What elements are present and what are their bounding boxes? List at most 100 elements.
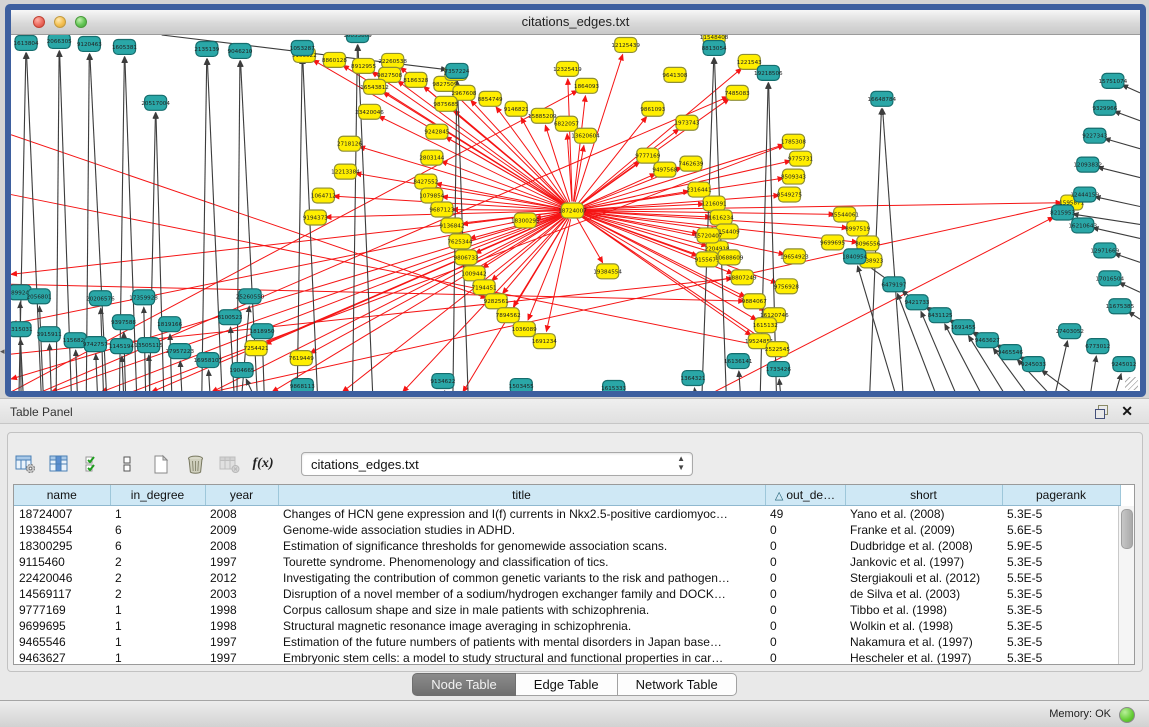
table-cell[interactable]: Jankovic et al. (1997) [845, 554, 1002, 570]
table-cell[interactable]: 0 [765, 618, 845, 634]
network-node[interactable]: 9146821 [504, 101, 529, 116]
network-node[interactable]: 8215953 [1050, 205, 1075, 220]
table-cell[interactable]: 5.3E-5 [1002, 506, 1120, 523]
network-node[interactable]: 8509343 [781, 169, 806, 184]
citation-edge-black[interactable] [779, 379, 780, 392]
citation-edge-black[interactable] [1116, 374, 1121, 392]
network-node[interactable]: 1864093 [574, 78, 599, 93]
network-node[interactable]: 1691234 [532, 334, 557, 349]
network-node[interactable]: 9046210 [228, 43, 253, 58]
network-node[interactable]: 11675385 [1106, 299, 1135, 314]
network-node[interactable]: 7619449 [289, 351, 314, 366]
network-node[interactable]: 9194373 [303, 210, 328, 225]
citation-edge-red[interactable] [581, 174, 656, 207]
node-table[interactable]: namein_degreeyeartitle△out_de…shortpager… [13, 484, 1135, 665]
close-panel-icon[interactable]: ✕ [1121, 403, 1133, 420]
network-node[interactable]: 23420046 [355, 104, 384, 119]
network-node[interactable]: 2718126 [337, 136, 362, 151]
table-row[interactable]: 1456911722003Disruption of a novel membe… [14, 586, 1120, 602]
table-cell[interactable]: 0 [765, 522, 845, 538]
column-header[interactable]: title [278, 485, 765, 506]
memory-status-indicator[interactable] [1119, 707, 1135, 723]
network-node[interactable]: 1064712 [311, 188, 336, 203]
table-cell[interactable]: 5.3E-5 [1002, 634, 1120, 650]
network-node[interactable]: 7894562 [496, 308, 521, 323]
network-node[interactable]: 15720407 [694, 228, 723, 243]
table-cell[interactable]: 9777169 [14, 602, 110, 618]
table-cell[interactable]: 5.5E-5 [1002, 570, 1120, 586]
citation-edge-black[interactable] [96, 354, 98, 392]
table-selector-combo[interactable]: citations_edges.txt ▲▼ [301, 452, 693, 476]
citation-edge-black[interactable] [50, 344, 52, 392]
citation-edge-red[interactable] [212, 205, 1062, 392]
table-cell[interactable]: 1 [110, 506, 205, 523]
column-header[interactable]: name [14, 485, 110, 506]
table-cell[interactable]: 5.3E-5 [1002, 602, 1120, 618]
table-cell[interactable]: 1998 [205, 602, 278, 618]
table-cell[interactable]: 1998 [205, 618, 278, 634]
network-node[interactable]: 7357224 [444, 63, 469, 78]
network-node[interactable]: 9742757 [83, 337, 108, 352]
collapse-west-panel-arrow-icon[interactable]: ◂ [0, 346, 5, 357]
table-cell[interactable]: 0 [765, 650, 845, 665]
table-row[interactable]: 946554611997Estimation of the future num… [14, 634, 1120, 650]
network-node[interactable]: 9134622 [430, 374, 455, 389]
network-node[interactable]: 12444159 [1070, 187, 1099, 202]
table-cell[interactable]: 0 [765, 602, 845, 618]
network-node[interactable]: 16958107 [194, 353, 223, 368]
tab-edge-table[interactable]: Edge Table [516, 673, 618, 696]
network-node[interactable]: 1785308 [781, 134, 806, 149]
network-node[interactable]: 3915911 [37, 327, 62, 342]
table-cell[interactable]: 0 [765, 554, 845, 570]
table-cell[interactable]: 2012 [205, 570, 278, 586]
unselect-rows-icon[interactable] [115, 452, 139, 476]
citation-edge-black[interactable] [1104, 138, 1140, 148]
network-node[interactable]: 8431125 [928, 308, 953, 323]
network-node[interactable]: 2056801 [27, 289, 52, 304]
network-node[interactable]: 1605381 [112, 39, 137, 54]
network-node[interactable]: 1053287 [290, 40, 315, 55]
table-row[interactable]: 977716911998Corpus callosum shape and si… [14, 602, 1120, 618]
citation-edge-black[interactable] [739, 371, 740, 392]
table-cell[interactable]: 5.3E-5 [1002, 618, 1120, 634]
citation-edge-black[interactable] [353, 45, 358, 392]
column-header[interactable]: pagerank [1002, 485, 1120, 506]
network-node[interactable]: 17359928 [129, 290, 158, 305]
network-node[interactable]: 9641308 [662, 67, 687, 82]
network-node[interactable]: 15885209 [528, 108, 557, 123]
citation-edge-red[interactable] [452, 210, 563, 211]
citation-edge-black[interactable] [694, 388, 695, 392]
scrollbar-thumb[interactable] [1121, 509, 1133, 549]
table-cell[interactable]: 5.3E-5 [1002, 554, 1120, 570]
network-node[interactable]: 9282561 [484, 294, 509, 309]
resize-grip-icon[interactable] [1125, 377, 1138, 390]
network-node[interactable]: 1145194 [109, 339, 134, 354]
network-node[interactable]: 1364321 [681, 371, 706, 386]
table-cell[interactable]: Changes of HCN gene expression and I(f) … [278, 506, 765, 523]
select-all-icon[interactable] [81, 452, 105, 476]
table-cell[interactable]: de Silva et al. (2003) [845, 586, 1002, 602]
network-node[interactable]: 9699695 [820, 235, 845, 250]
network-node[interactable]: 1009442 [462, 266, 487, 281]
table-cell[interactable]: 1997 [205, 554, 278, 570]
citation-edge-black[interactable] [358, 45, 373, 392]
network-node[interactable]: 1616234 [709, 210, 734, 225]
network-window-titlebar[interactable]: citations_edges.txt [11, 10, 1140, 35]
citation-edge-black[interactable] [921, 311, 955, 392]
table-cell[interactable]: 5.6E-5 [1002, 522, 1120, 538]
citation-edge-red[interactable] [577, 218, 603, 262]
network-node[interactable]: 9463627 [975, 333, 1000, 348]
table-cell[interactable]: 5.3E-5 [1002, 650, 1120, 665]
citation-edge-black[interactable] [149, 355, 150, 392]
network-node[interactable]: 12971669 [1091, 243, 1120, 258]
network-node[interactable]: 1733426 [766, 362, 791, 377]
network-node[interactable]: 1615333 [601, 381, 626, 392]
table-cell[interactable]: 0 [765, 586, 845, 602]
network-node[interactable]: 15544061 [830, 207, 859, 222]
network-node[interactable]: 9465546 [998, 345, 1023, 360]
network-node[interactable]: 16136141 [724, 354, 753, 369]
table-cell[interactable]: 9115460 [14, 554, 110, 570]
citation-edge-black[interactable] [122, 356, 124, 392]
table-cell[interactable]: Estimation of significance thresholds fo… [278, 538, 765, 554]
network-node[interactable]: 8100523 [217, 310, 242, 325]
